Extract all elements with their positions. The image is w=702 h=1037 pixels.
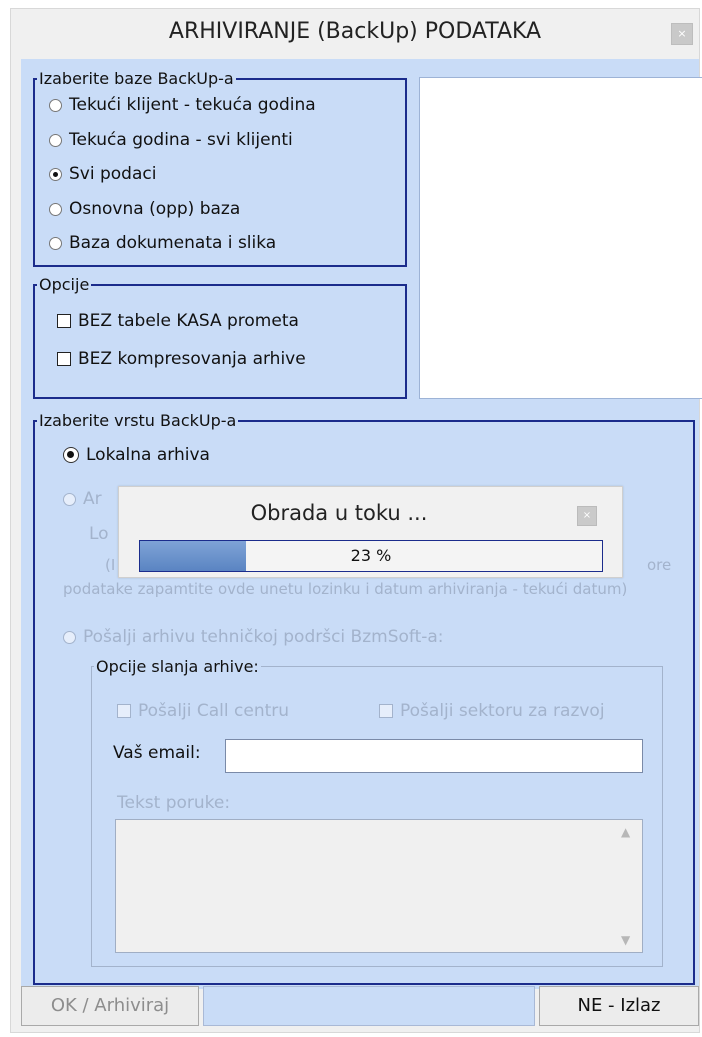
radio-icon xyxy=(49,202,62,216)
scroll-up-icon[interactable]: ▲ xyxy=(621,825,693,839)
ok-archive-button[interactable]: OK / Arhiviraj xyxy=(21,986,199,1026)
second-line-fragment: Lo xyxy=(89,524,109,544)
title-bar: ARHIVIRANJE (BackUp) PODATAKA × xyxy=(11,9,699,57)
radio-label: Lokalna arhiva xyxy=(86,445,210,465)
checkbox-icon xyxy=(379,704,393,718)
radio-second-archive[interactable]: Ar xyxy=(63,489,102,509)
radio-local-archive[interactable]: Lokalna arhiva xyxy=(63,445,210,465)
radio-base-db[interactable]: Osnovna (opp) baza xyxy=(49,199,240,219)
radio-label: Osnovna (opp) baza xyxy=(69,199,241,219)
radio-label: Svi podaci xyxy=(69,164,157,184)
db-selection-legend: Izaberite baze BackUp-a xyxy=(39,69,234,88)
options-legend: Opcije xyxy=(39,275,90,294)
checkbox-label: Pošalji Call centru xyxy=(138,701,290,721)
message-textarea[interactable] xyxy=(115,819,643,953)
radio-label-fragment: Ar xyxy=(83,489,102,509)
checkbox-icon xyxy=(57,314,71,328)
second-line3-start: (I xyxy=(105,556,116,574)
close-icon[interactable]: × xyxy=(671,23,693,45)
status-panel xyxy=(203,986,535,1026)
radio-all-data[interactable]: Svi podaci xyxy=(49,164,156,184)
checkbox-icon xyxy=(117,704,131,718)
radio-label: Pošalji arhivu tehničkoj podršci BzmSoft… xyxy=(83,627,444,647)
radio-label: Tekući klijent - tekuća godina xyxy=(69,95,316,115)
window-title: ARHIVIRANJE (BackUp) PODATAKA xyxy=(168,19,542,44)
backup-window: ARHIVIRANJE (BackUp) PODATAKA × Izaberit… xyxy=(10,8,702,1034)
radio-icon xyxy=(63,492,76,506)
radio-current-client[interactable]: Tekući klijent - tekuća godina xyxy=(49,95,316,115)
checkbox-no-kasa-table[interactable]: BEZ tabele KASA prometa xyxy=(57,311,299,331)
message-label: Tekst poruke: xyxy=(117,793,231,813)
backup-type-legend: Izaberite vrstu BackUp-a xyxy=(39,411,237,430)
radio-current-year[interactable]: Tekuća godina - svi klijenti xyxy=(49,130,293,150)
radio-label: Baza dokumenata i slika xyxy=(69,233,277,253)
radio-send-support[interactable]: Pošalji arhivu tehničkoj podršci BzmSoft… xyxy=(63,627,444,647)
email-label: Vaš email: xyxy=(113,743,201,763)
button-bar: OK / Arhiviraj NE - Izlaz xyxy=(21,984,699,1034)
close-icon[interactable]: × xyxy=(577,506,597,526)
radio-selected-icon xyxy=(49,167,62,181)
radio-label: Tekuća godina - svi klijenti xyxy=(69,130,293,150)
checkbox-label: BEZ tabele KASA prometa xyxy=(78,311,299,331)
radio-documents-db[interactable]: Baza dokumenata i slika xyxy=(49,233,276,253)
radio-icon xyxy=(49,133,62,147)
progress-dialog: Obrada u toku ... × 23 % xyxy=(118,486,623,578)
send-options-legend: Opcije slanja arhive: xyxy=(96,657,259,676)
options-group: Opcije xyxy=(33,275,407,399)
checkbox-icon xyxy=(57,352,71,366)
second-line3-end: ore xyxy=(647,556,672,574)
checkbox-call-center[interactable]: Pošalji Call centru xyxy=(117,701,289,721)
checkbox-no-compression[interactable]: BEZ kompresovanja arhive xyxy=(57,349,306,369)
radio-icon xyxy=(49,98,62,112)
radio-selected-icon xyxy=(63,447,79,463)
radio-icon xyxy=(49,236,62,250)
progress-text: 23 % xyxy=(350,546,392,565)
checkbox-label: Pošalji sektoru za razvoj xyxy=(400,701,605,721)
scroll-down-icon[interactable]: ▼ xyxy=(621,933,693,947)
progress-bar: 23 % xyxy=(139,540,603,572)
radio-icon xyxy=(63,630,76,644)
email-field[interactable] xyxy=(225,739,643,773)
exit-button[interactable]: NE - Izlaz xyxy=(539,986,699,1026)
info-panel xyxy=(419,77,702,399)
checkbox-label: BEZ kompresovanja arhive xyxy=(78,349,306,369)
password-note: podatake zapamtite ovde unetu lozinku i … xyxy=(63,580,628,598)
progress-title: Obrada u toku ... xyxy=(250,501,428,525)
checkbox-dev-sector[interactable]: Pošalji sektoru za razvoj xyxy=(379,701,605,721)
client-area: Izaberite baze BackUp-a Tekući klijent -… xyxy=(21,59,702,989)
